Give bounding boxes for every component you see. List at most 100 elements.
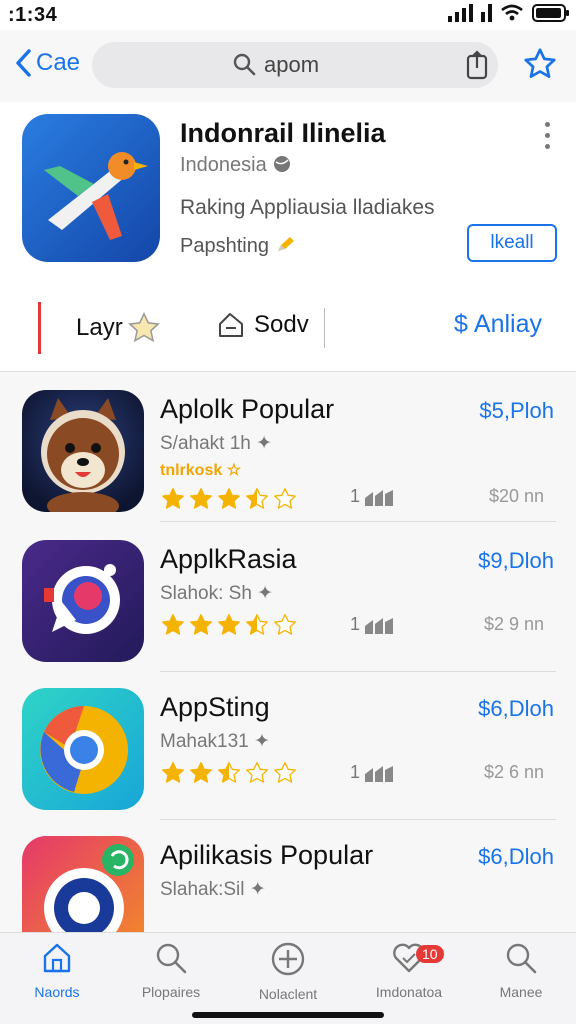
signal-icon-secondary	[481, 4, 492, 22]
active-filter-indicator	[38, 302, 41, 354]
app-stat: 1	[350, 762, 394, 783]
star-icon	[190, 614, 212, 635]
wifi-icon	[501, 4, 523, 21]
app-badge: tnlrkosk ☆	[160, 462, 242, 479]
filter-sodv[interactable]: Sodv	[216, 310, 309, 340]
tab-manee[interactable]: Manee	[466, 941, 576, 1000]
filter-anliay[interactable]: $ Anliay	[454, 310, 542, 339]
tab-imdonatoa[interactable]: 10 Imdonatoa	[354, 941, 464, 1000]
dollar-icon: $	[454, 310, 468, 338]
app-name: ApplkRasia	[160, 544, 297, 574]
star-icon	[127, 312, 160, 343]
app-icon-dog	[22, 390, 144, 512]
app-price[interactable]: $5,Ploh	[479, 398, 554, 424]
featured-app-subtitle: Indonesia	[180, 154, 292, 177]
app-price[interactable]: $6,Dloh	[478, 844, 554, 870]
rating-stars	[160, 486, 298, 512]
more-options-icon[interactable]	[540, 122, 554, 155]
chevron-left-icon	[16, 49, 31, 77]
rating-stars	[160, 760, 298, 786]
list-item[interactable]: ApplkRasia $9,Dloh Slahok: Sh ✦ 1 $2 9 n…	[0, 522, 576, 672]
nav-bar: Cae apom	[0, 30, 576, 102]
star-icon	[162, 488, 184, 509]
chart-icon	[365, 765, 394, 782]
tab-nolaclent[interactable]: Nolaclent	[233, 941, 343, 1002]
search-icon	[233, 53, 256, 76]
install-button[interactable]: lkeall	[467, 224, 557, 262]
tab-label: Imdonatoa	[375, 984, 443, 1000]
app-developer: Slahak:Sil ✦	[160, 879, 266, 900]
app-name: Aplolk Popular	[160, 394, 335, 424]
app-developer: Mahak131 ✦	[160, 731, 270, 752]
app-icon-browser	[22, 688, 144, 810]
filter-layr-label: Layr	[76, 314, 123, 341]
featured-app-title: Indonrail Ilinelia	[180, 118, 386, 148]
star-icon	[274, 762, 296, 783]
back-button[interactable]: Cae	[14, 48, 80, 78]
tab-naords[interactable]: Naords	[2, 941, 112, 1000]
battery-icon	[532, 4, 569, 22]
tag-icon	[219, 313, 243, 337]
rating-stars	[160, 612, 298, 638]
filter-anliay-label: Anliay	[473, 310, 542, 338]
tab-label: Nolaclent	[258, 986, 318, 1002]
list-item[interactable]: AppSting $6,Dloh Mahak131 ✦ 1 $2 6 nn	[0, 670, 576, 820]
star-icon	[162, 614, 184, 635]
star-icon	[274, 488, 296, 509]
search-icon	[156, 943, 187, 974]
pencil-icon	[277, 237, 294, 251]
search-bar[interactable]: apom	[92, 42, 498, 88]
star-icon	[218, 614, 240, 635]
star-icon	[190, 762, 212, 783]
app-price[interactable]: $6,Dloh	[478, 696, 554, 722]
favorite-star-icon[interactable]	[522, 46, 558, 82]
status-icons	[448, 4, 569, 22]
list-item[interactable]: Aplolk Popular $5,Ploh S/ahakt 1h ✦ tnlr…	[0, 372, 576, 522]
home-indicator	[192, 1012, 384, 1018]
back-label: Cae	[36, 49, 81, 76]
featured-app-tag: Papshting	[180, 234, 297, 258]
app-icon-chat	[22, 540, 144, 662]
globe-icon	[274, 156, 291, 172]
tab-bar: Naords Plopaires Nolaclent 10 Imdonatoa …	[0, 932, 576, 1024]
chart-icon	[365, 489, 394, 506]
browser-icon	[40, 706, 128, 794]
tab-label: Naords	[34, 984, 80, 1000]
star-icon	[162, 762, 184, 783]
share-icon[interactable]	[464, 50, 490, 80]
tab-label: Plopaires	[141, 984, 201, 1000]
app-name: AppSting	[160, 692, 270, 722]
filter-layr[interactable]: Layr	[76, 310, 163, 346]
notification-badge: 10	[416, 945, 444, 963]
featured-app-card[interactable]: Indonrail Ilinelia Indonesia Raking Appl…	[0, 102, 576, 282]
app-name: Apilikasis Popular	[160, 840, 374, 870]
chart-icon	[365, 617, 394, 634]
featured-app-description: Raking Appliausia lladiakes	[180, 196, 435, 219]
app-developer: S/ahakt 1h ✦	[160, 433, 273, 454]
star-icon	[218, 762, 240, 783]
featured-app-icon	[22, 114, 160, 262]
filter-divider	[324, 308, 325, 348]
app-price[interactable]: $9,Dloh	[478, 548, 554, 574]
status-bar: :1:34	[0, 0, 576, 30]
app-developer: Slahok: Sh ✦	[160, 583, 274, 604]
chat-bubble-icon	[44, 564, 120, 634]
app-stat: 1	[350, 614, 394, 635]
dog-icon	[41, 398, 125, 512]
star-icon	[190, 488, 212, 509]
app-size: $2 9 nn	[483, 614, 544, 634]
tab-label: Manee	[499, 984, 543, 1000]
search-input[interactable]: apom	[264, 52, 319, 78]
star-icon	[218, 488, 240, 509]
star-icon	[246, 762, 268, 783]
app-stat: 1	[350, 486, 394, 507]
status-time: :1:34	[8, 4, 58, 26]
tab-plopaires[interactable]: Plopaires	[116, 941, 226, 1000]
star-icon	[246, 614, 268, 635]
home-icon	[43, 943, 71, 973]
filter-bar: Layr Sodv $ Anliay	[0, 282, 576, 372]
star-icon	[246, 488, 268, 509]
plus-circle-icon	[271, 942, 305, 976]
bird-plane-icon	[44, 152, 148, 240]
app-size: $2 6 nn	[483, 762, 544, 782]
